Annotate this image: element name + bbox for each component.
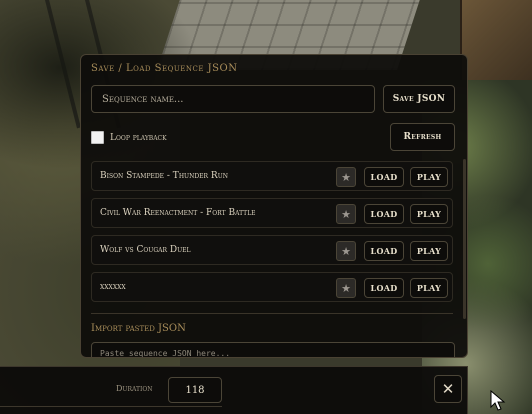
- sequence-name: Wolf vs Cougar Duel: [100, 245, 191, 255]
- sequence-name: Bison Stampede - Thunder Run: [100, 171, 229, 181]
- sequence-name-input[interactable]: [91, 85, 375, 113]
- sequence-name: Civil War Reenactment - Fort Battle: [100, 208, 256, 218]
- star-icon[interactable]: ★: [336, 241, 356, 261]
- import-section-title: Import pasted JSON: [91, 323, 186, 334]
- sequence-row: Civil War Reenactment - Fort Battle ★ LO…: [91, 198, 453, 228]
- list-scrollbar[interactable]: [463, 159, 466, 319]
- sequence-row: Wolf vs Cougar Duel ★ LOAD PLAY: [91, 235, 453, 265]
- loop-playback-label: Loop playback: [110, 132, 167, 143]
- load-button[interactable]: LOAD: [364, 241, 404, 261]
- play-button[interactable]: PLAY: [410, 241, 448, 261]
- star-icon[interactable]: ★: [336, 204, 356, 224]
- sequence-row: Bison Stampede - Thunder Run ★ LOAD PLAY: [91, 161, 453, 191]
- star-icon[interactable]: ★: [336, 278, 356, 298]
- save-json-button[interactable]: Save JSON: [383, 85, 455, 113]
- sequence-list: Bison Stampede - Thunder Run ★ LOAD PLAY…: [91, 161, 453, 309]
- save-load-panel: Save / Load Sequence JSON Save JSON Loop…: [80, 54, 468, 358]
- load-button[interactable]: LOAD: [364, 278, 404, 298]
- loop-playback-toggle[interactable]: Loop playback: [91, 131, 167, 144]
- sequence-row: xxxxxx ★ LOAD PLAY: [91, 272, 453, 302]
- close-icon[interactable]: ✕: [434, 375, 462, 403]
- play-button[interactable]: PLAY: [410, 204, 448, 224]
- load-button[interactable]: LOAD: [364, 167, 404, 187]
- duration-label: Duration: [116, 384, 153, 393]
- play-button[interactable]: PLAY: [410, 167, 448, 187]
- play-button[interactable]: PLAY: [410, 278, 448, 298]
- sequence-name: xxxxxx: [100, 282, 126, 292]
- load-button[interactable]: LOAD: [364, 204, 404, 224]
- duration-input[interactable]: [168, 377, 222, 403]
- loop-playback-checkbox[interactable]: [91, 131, 104, 144]
- section-title: Save / Load Sequence JSON: [91, 63, 238, 74]
- section-divider: [91, 313, 453, 314]
- wooden-crate: [460, 0, 532, 80]
- paste-json-textarea[interactable]: [91, 342, 455, 357]
- star-icon[interactable]: ★: [336, 167, 356, 187]
- refresh-button[interactable]: Refresh: [390, 123, 455, 151]
- divider-line: [0, 406, 222, 407]
- mouse-cursor-icon: [490, 390, 506, 411]
